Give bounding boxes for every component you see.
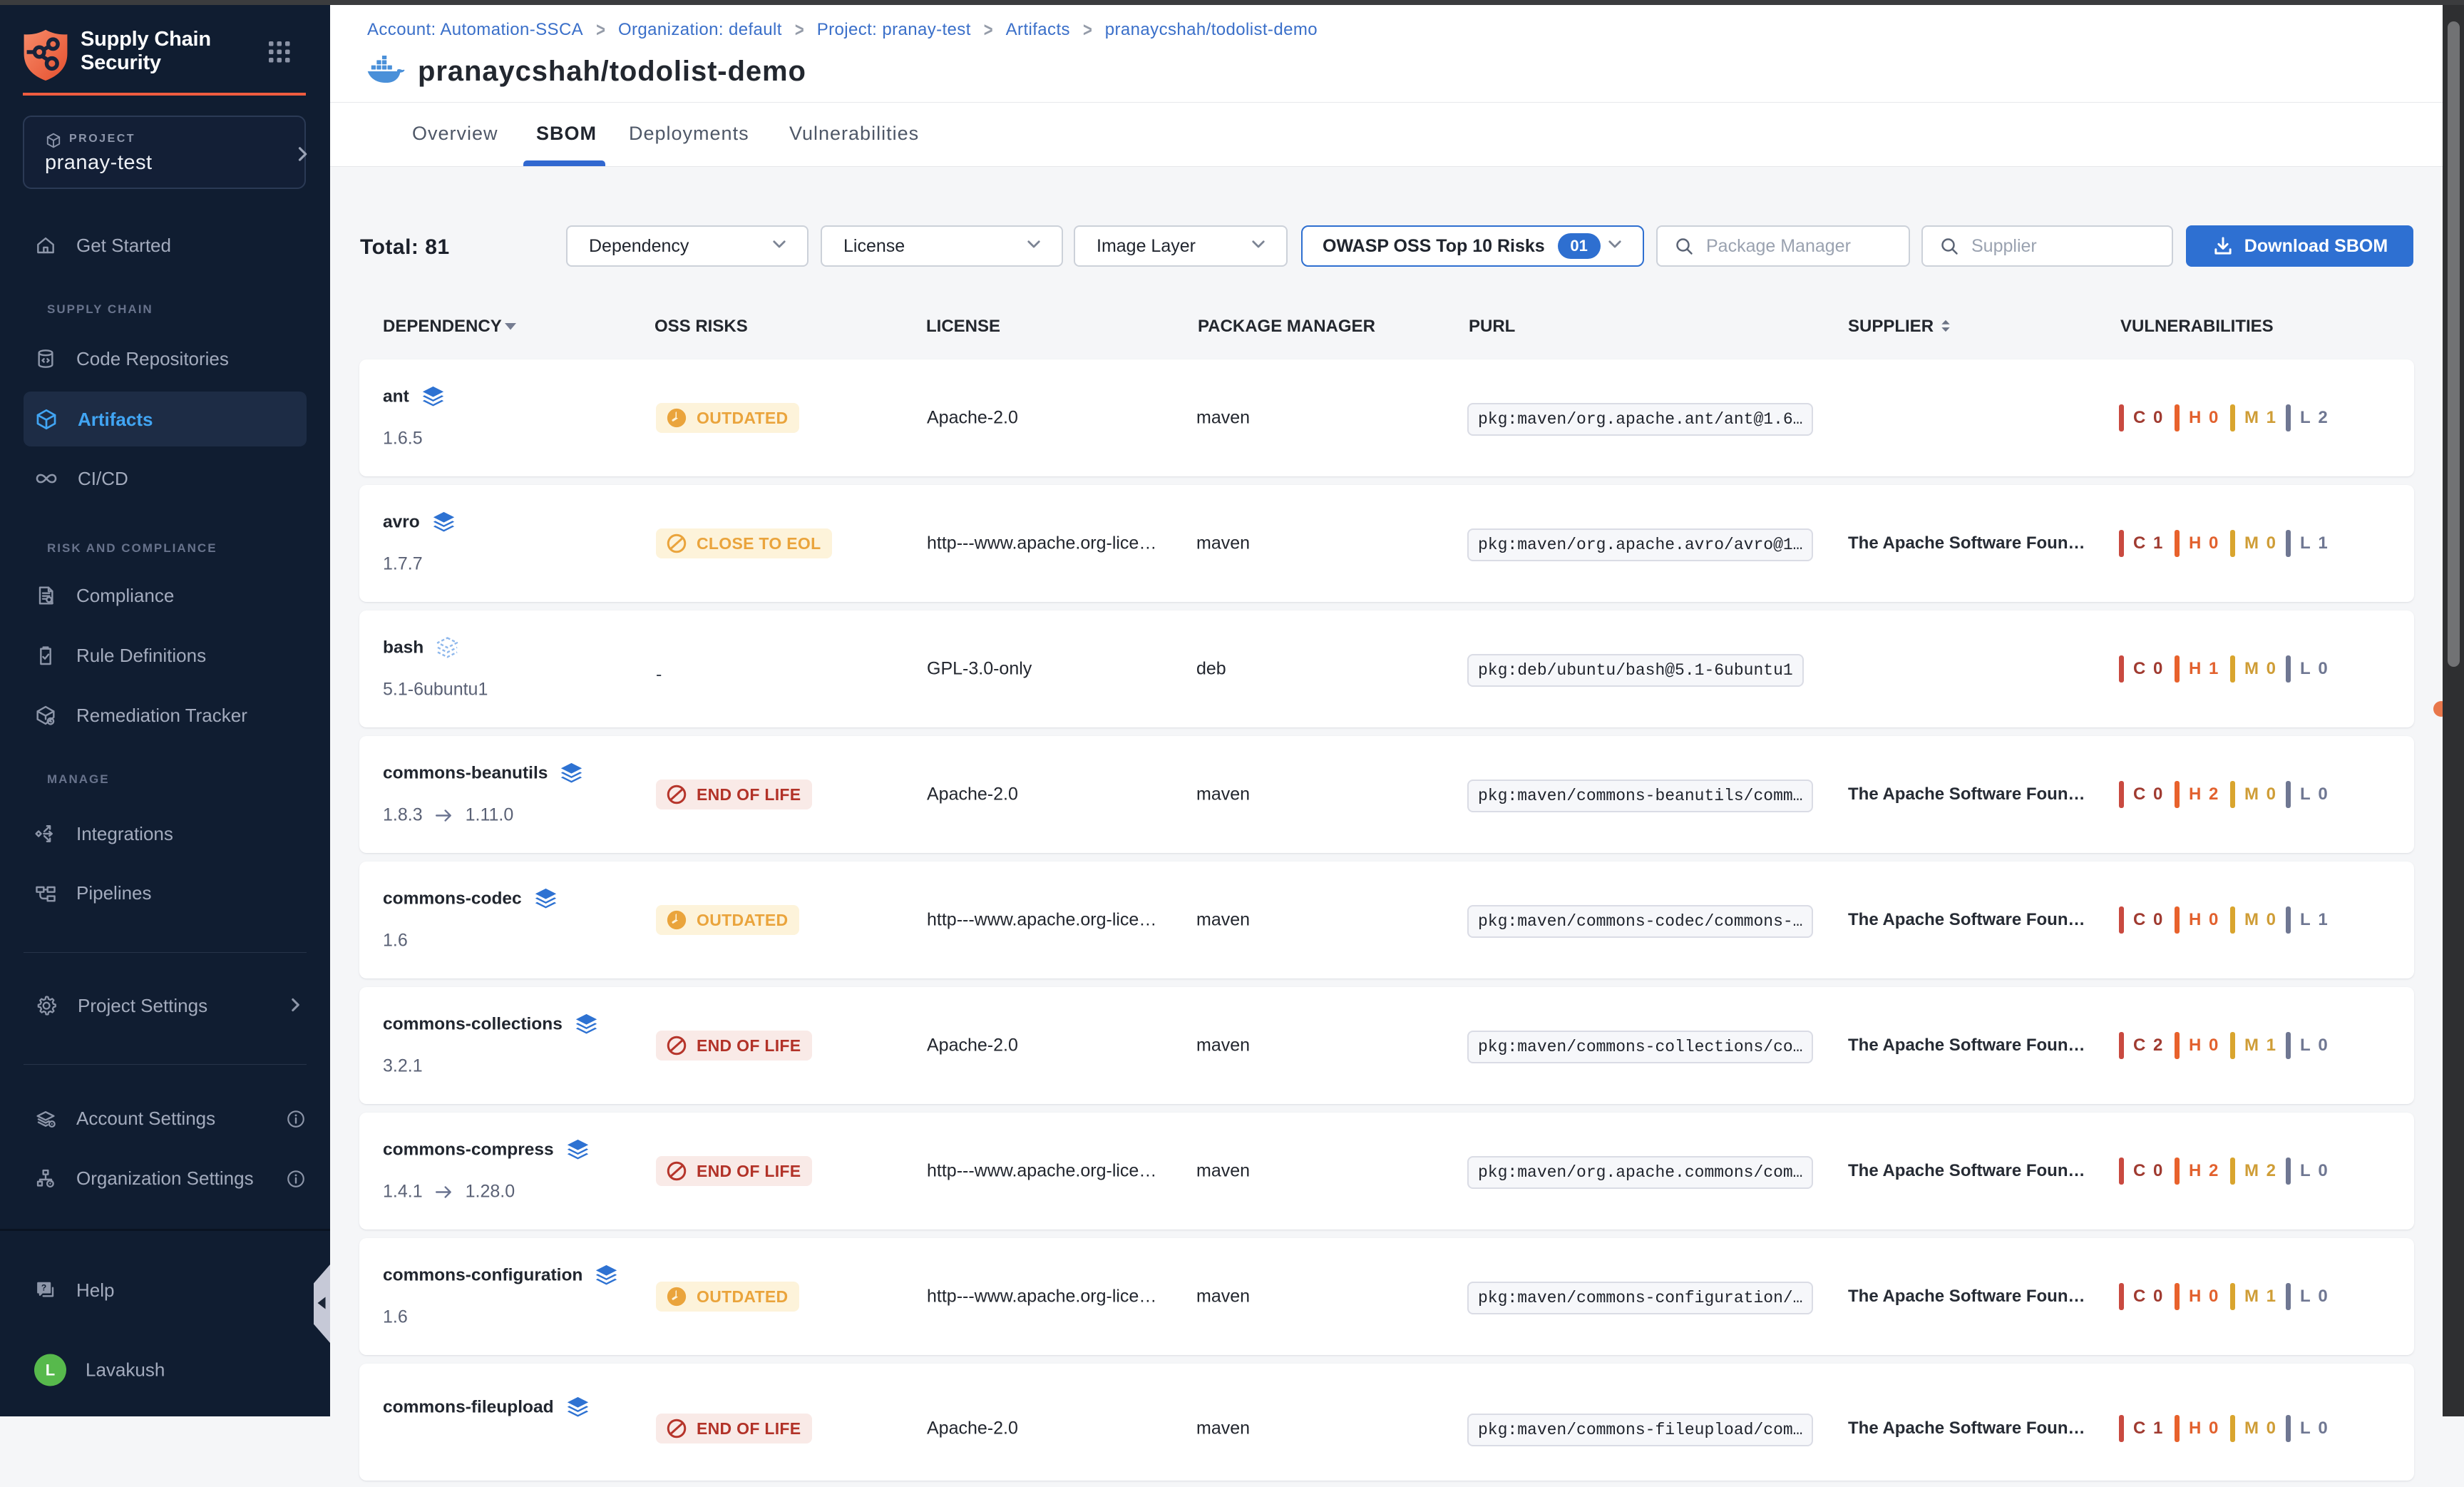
svg-text:?: ? [41,1283,46,1293]
